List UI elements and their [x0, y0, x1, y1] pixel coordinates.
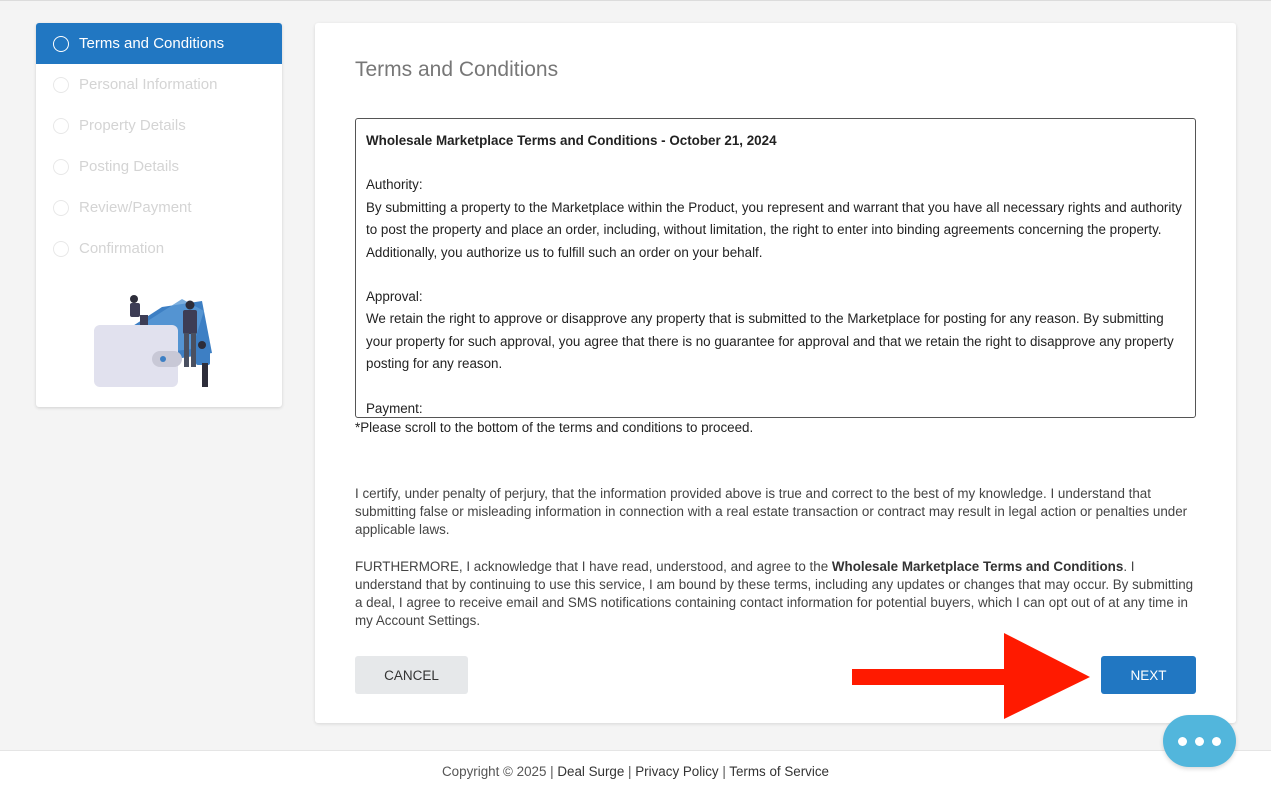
step-label: Property Details [79, 117, 186, 134]
circle-icon [53, 240, 69, 257]
approval-text: We retain the right to approve or disapp… [366, 311, 1174, 372]
circle-icon [53, 117, 69, 134]
circle-icon [53, 35, 69, 52]
step-confirmation[interactable]: Confirmation [36, 228, 282, 269]
payment-label: Payment: [366, 400, 423, 416]
wallet-people-illustration [94, 295, 212, 387]
terms-of-service-link[interactable]: Terms of Service [729, 764, 829, 779]
copyright-text: Copyright © 2025 | [442, 764, 558, 779]
page-title: Terms and Conditions [355, 58, 559, 81]
certify-paragraph: I certify, under penalty of perjury, tha… [355, 486, 1188, 538]
circle-icon [53, 158, 69, 175]
circle-icon [53, 76, 69, 93]
privacy-policy-link[interactable]: Privacy Policy [635, 764, 718, 779]
scroll-note: *Please scroll to the bottom of the term… [355, 420, 754, 435]
approval-label: Approval: [366, 289, 423, 305]
step-sidebar: Terms and Conditions Personal Informatio… [36, 23, 282, 407]
authority-label: Authority: [366, 177, 423, 193]
step-label: Confirmation [79, 240, 165, 257]
furthermore-paragraph: FURTHERMORE, I acknowledge that I have r… [355, 558, 1194, 629]
footer: Copyright © 2025 | Deal Surge | Privacy … [0, 750, 1271, 787]
next-button[interactable]: NEXT [1101, 656, 1196, 694]
deal-surge-link[interactable]: Deal Surge [557, 764, 624, 779]
step-terms-and-conditions[interactable]: Terms and Conditions [36, 23, 282, 64]
terms-scroll-box[interactable]: Wholesale Marketplace Terms and Conditio… [355, 118, 1196, 418]
terms-heading: Wholesale Marketplace Terms and Conditio… [366, 133, 777, 148]
footer-separator: | [718, 764, 730, 779]
cancel-button[interactable]: CANCEL [355, 656, 468, 694]
chat-dots-icon[interactable] [1163, 715, 1236, 767]
step-label: Terms and Conditions [79, 35, 225, 52]
red-arrow-annotation [852, 633, 1090, 719]
step-personal-information[interactable]: Personal Information [36, 64, 282, 105]
step-label: Posting Details [79, 158, 180, 175]
authority-text: By submitting a property to the Marketpl… [366, 199, 1182, 260]
step-review-payment[interactable]: Review/Payment [36, 187, 282, 228]
certification-text: I certify, under penalty of perjury, tha… [355, 485, 1196, 648]
footer-separator: | [624, 764, 636, 779]
step-posting-details[interactable]: Posting Details [36, 146, 282, 187]
step-label: Personal Information [79, 76, 218, 93]
step-label: Review/Payment [79, 199, 192, 216]
terms-card: Terms and Conditions Wholesale Marketpla… [315, 23, 1236, 723]
step-property-details[interactable]: Property Details [36, 105, 282, 146]
circle-icon [53, 199, 69, 216]
terms-link-text: Wholesale Marketplace Terms and Conditio… [831, 558, 1124, 574]
